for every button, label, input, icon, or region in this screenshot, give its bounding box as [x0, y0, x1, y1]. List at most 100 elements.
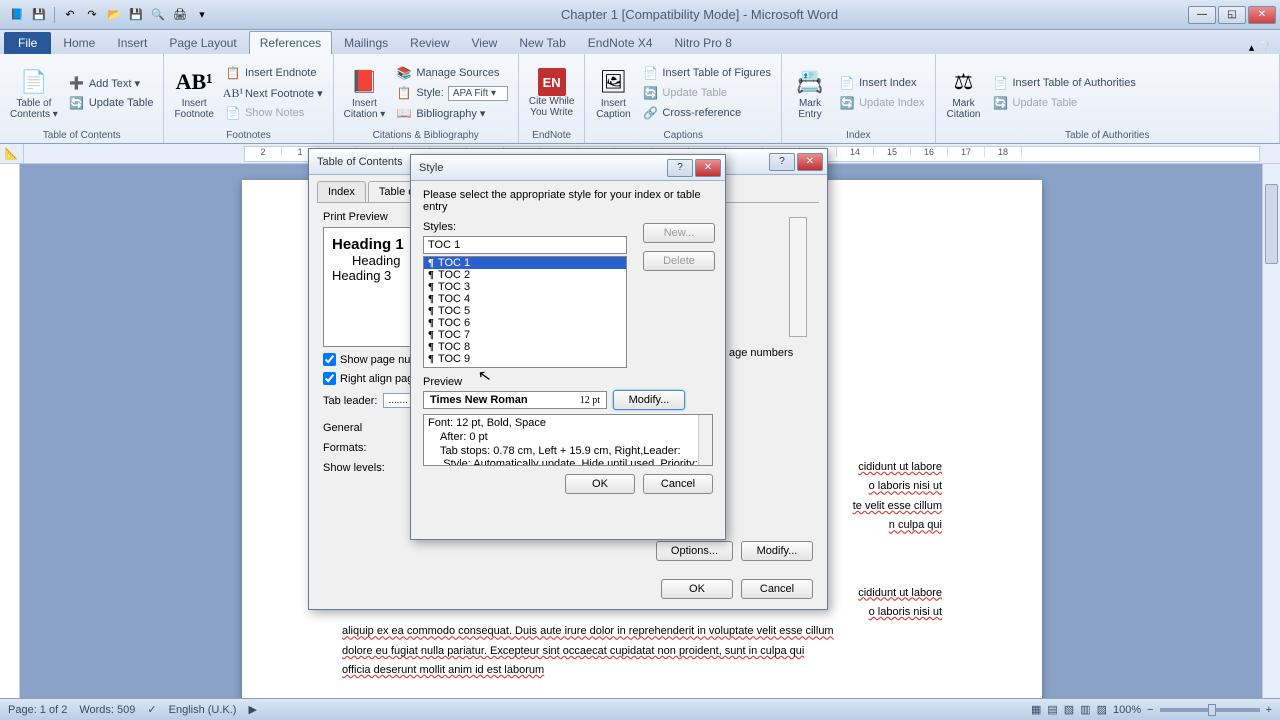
style-list-item[interactable]: ¶ TOC 5 — [424, 305, 626, 317]
open-icon[interactable]: 📂 — [105, 6, 123, 24]
formats-label: Formats: — [323, 442, 366, 454]
mark-entry-button[interactable]: 📇 Mark Entry — [788, 58, 832, 128]
style-list-item[interactable]: ¶ TOC 9 — [424, 353, 626, 365]
next-footnote-button[interactable]: AB¹Next Footnote ▾ — [221, 84, 327, 102]
zoom-slider-thumb[interactable] — [1208, 704, 1216, 716]
more-icon[interactable]: ▾ — [193, 6, 211, 24]
style-close-button[interactable]: ✕ — [695, 159, 721, 177]
save-as-icon[interactable]: 💾 — [127, 6, 145, 24]
style-cancel-button[interactable]: Cancel — [643, 474, 713, 494]
insert-toa-button[interactable]: 📄Insert Table of Authorities — [989, 74, 1140, 92]
add-text-button[interactable]: ➕Add Text ▾ — [65, 74, 158, 92]
tab-references[interactable]: References — [249, 31, 332, 54]
status-words[interactable]: Words: 509 — [79, 704, 135, 716]
style-list-item[interactable]: ¶ TOC 6 — [424, 317, 626, 329]
style-list-item[interactable]: ¶ TOC 7 — [424, 329, 626, 341]
toc-modify-button[interactable]: Modify... — [741, 541, 813, 561]
tab-insert[interactable]: Insert — [107, 32, 157, 54]
bibliography-button[interactable]: 📖Bibliography ▾ — [392, 104, 512, 122]
print-icon[interactable]: 🖨 — [171, 6, 189, 24]
maximize-button[interactable]: ◱ — [1218, 6, 1246, 24]
status-proof-icon[interactable]: ✓ — [147, 703, 156, 716]
style-list-item[interactable]: ¶ TOC 8 — [424, 341, 626, 353]
insert-caption-button[interactable]: 🖼 Insert Caption — [591, 58, 635, 128]
insert-endnote-button[interactable]: 📋Insert Endnote — [221, 64, 327, 82]
show-levels-label: Show levels: — [323, 462, 385, 474]
view-draft-icon[interactable]: ▨ — [1097, 703, 1107, 716]
status-language[interactable]: English (U.K.) — [169, 704, 237, 716]
vertical-ruler[interactable] — [0, 164, 20, 698]
mark-entry-icon: 📇 — [794, 66, 826, 98]
style-dialog-title[interactable]: Style ? ✕ — [411, 155, 725, 181]
tab-review[interactable]: Review — [400, 32, 459, 54]
toc-cancel-button[interactable]: Cancel — [741, 579, 813, 599]
insert-index-button[interactable]: 📄Insert Index — [835, 74, 928, 92]
undo-icon[interactable]: ↶ — [61, 6, 79, 24]
style-list-item[interactable]: ¶ TOC 2 — [424, 269, 626, 281]
tab-new-tab[interactable]: New Tab — [509, 32, 575, 54]
ruler-corner[interactable]: 📐 — [0, 144, 24, 164]
style-ok-button[interactable]: OK — [565, 474, 635, 494]
style-list-item[interactable]: ¶ TOC 3 — [424, 281, 626, 293]
group-captions: 🖼 Insert Caption 📄Insert Table of Figure… — [585, 54, 782, 143]
tab-endnote[interactable]: EndNote X4 — [578, 32, 663, 54]
view-print-icon[interactable]: ▦ — [1031, 703, 1041, 716]
save-icon[interactable]: 💾 — [30, 6, 48, 24]
mark-citation-icon: ⚖ — [948, 66, 980, 98]
zoom-in-button[interactable]: + — [1266, 704, 1272, 716]
zoom-slider[interactable] — [1160, 708, 1260, 712]
status-page[interactable]: Page: 1 of 2 — [8, 704, 67, 716]
insert-tof-button[interactable]: 📄Insert Table of Figures — [638, 64, 775, 82]
vertical-scrollbar[interactable] — [1262, 164, 1280, 698]
manage-sources-button[interactable]: 📚Manage Sources — [392, 64, 512, 82]
group-endnote: EN Cite While You Write EndNote — [519, 54, 586, 143]
toc-help-button[interactable]: ? — [769, 153, 795, 171]
word-icon[interactable]: 📘 — [8, 6, 26, 24]
style-list-item[interactable]: ¶ TOC 1 — [424, 257, 626, 269]
help-icon[interactable]: ❔ — [1258, 41, 1272, 54]
close-button[interactable]: ✕ — [1248, 6, 1276, 24]
desc-scrollbar[interactable] — [698, 415, 712, 465]
toc-tab-index[interactable]: Index — [317, 181, 366, 202]
show-page-numbers-checkbox[interactable] — [323, 353, 336, 366]
view-outline-icon[interactable]: ▥ — [1080, 703, 1090, 716]
update-table-button[interactable]: 🔄Update Table — [65, 94, 158, 112]
toc-button[interactable]: 📄 Table of Contents ▾ — [6, 58, 62, 128]
view-web-icon[interactable]: ▧ — [1064, 703, 1074, 716]
file-tab[interactable]: File — [4, 32, 51, 54]
scroll-thumb[interactable] — [1265, 184, 1278, 264]
styles-listbox[interactable]: ¶ TOC 1¶ TOC 2¶ TOC 3¶ TOC 4¶ TOC 5¶ TOC… — [423, 256, 627, 368]
style-list-item[interactable]: ¶ TOC 4 — [424, 293, 626, 305]
toc-options-button[interactable]: Options... — [656, 541, 733, 561]
modify-style-button[interactable]: Modify... — [613, 390, 685, 410]
citation-style-combo[interactable]: 📋Style: APA Fift ▾ — [392, 84, 512, 102]
new-style-button[interactable]: New... — [643, 223, 715, 243]
web-preview-scrollbar[interactable] — [789, 217, 807, 337]
update-index-button: 🔄Update Index — [835, 94, 928, 112]
tab-nitro[interactable]: Nitro Pro 8 — [665, 32, 742, 54]
cross-reference-button[interactable]: 🔗Cross-reference — [638, 104, 775, 122]
style-help-button[interactable]: ? — [667, 159, 693, 177]
cite-while-write-button[interactable]: EN Cite While You Write — [525, 58, 579, 128]
delete-style-button[interactable]: Delete — [643, 251, 715, 271]
tab-page-layout[interactable]: Page Layout — [159, 32, 246, 54]
toc-close-button[interactable]: ✕ — [797, 153, 823, 171]
insert-citation-button[interactable]: 📕 Insert Citation ▾ — [340, 58, 390, 128]
toc-ok-button[interactable]: OK — [661, 579, 733, 599]
quick-access-toolbar: 📘 💾 ↶ ↷ 📂 💾 🔍 🖨 ▾ — [0, 6, 211, 24]
insert-footnote-button[interactable]: AB¹ Insert Footnote — [170, 58, 217, 128]
tab-mailings[interactable]: Mailings — [334, 32, 398, 54]
tab-home[interactable]: Home — [53, 32, 105, 54]
minimize-button[interactable]: — — [1188, 6, 1216, 24]
style-name-input[interactable] — [423, 236, 627, 254]
mark-citation-button[interactable]: ⚖ Mark Citation — [942, 58, 986, 128]
view-fullscreen-icon[interactable]: ▤ — [1047, 703, 1057, 716]
zoom-out-button[interactable]: − — [1147, 704, 1153, 716]
minimize-ribbon-icon[interactable]: ▴ — [1249, 41, 1255, 54]
tab-view[interactable]: View — [462, 32, 508, 54]
right-align-checkbox[interactable] — [323, 372, 336, 385]
redo-icon[interactable]: ↷ — [83, 6, 101, 24]
print-preview-icon[interactable]: 🔍 — [149, 6, 167, 24]
zoom-level[interactable]: 100% — [1113, 704, 1141, 716]
status-macro-icon[interactable]: ▶ — [248, 703, 256, 716]
